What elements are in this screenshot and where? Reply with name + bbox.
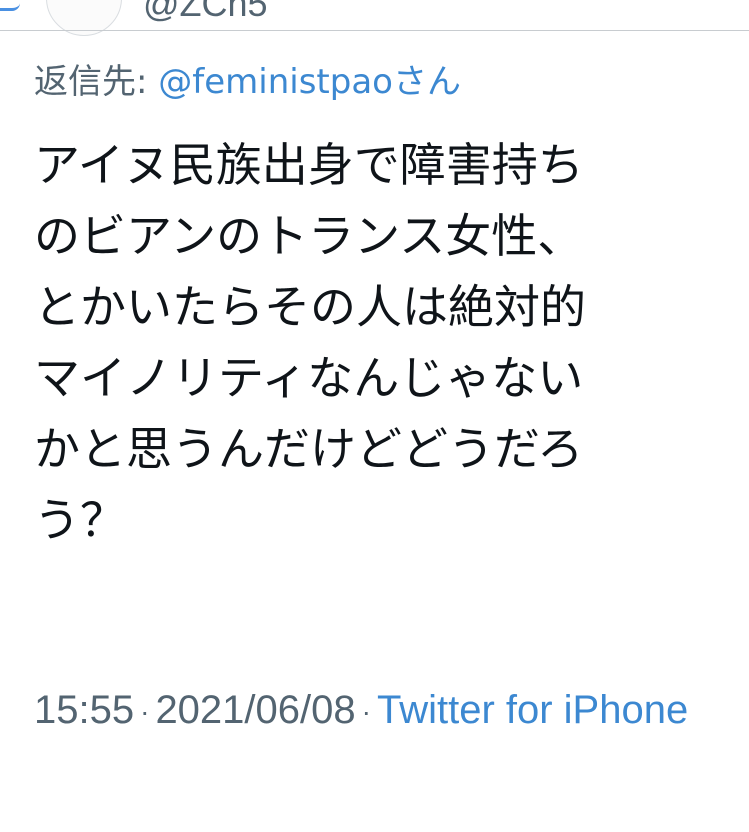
- divider: [0, 30, 749, 31]
- meta-separator: ·: [140, 696, 150, 728]
- reply-prefix: 返信先:: [34, 62, 159, 102]
- meta-separator: ·: [361, 696, 371, 728]
- reply-to-line: 返信先: @feministpaoさん: [34, 62, 461, 103]
- tweet-time[interactable]: 15:55: [34, 688, 134, 732]
- tweet-header: @ZCh5: [0, 0, 749, 40]
- tweet-source-link[interactable]: Twitter for iPhone: [377, 688, 688, 732]
- tweet-text: アイヌ民族出身で障害持ち のビアンのトランス女性、 とかいたらその人は絶対的 マ…: [34, 138, 586, 547]
- tweet-date[interactable]: 2021/06/08: [155, 688, 355, 732]
- reply-target-link[interactable]: @feministpaoさん: [158, 62, 461, 102]
- author-handle[interactable]: @ZCh5: [143, 0, 268, 22]
- tweet-metadata: 15:55 · 2021/06/08 · Twitter for iPhone: [34, 668, 734, 754]
- thread-line-icon: [0, 0, 20, 11]
